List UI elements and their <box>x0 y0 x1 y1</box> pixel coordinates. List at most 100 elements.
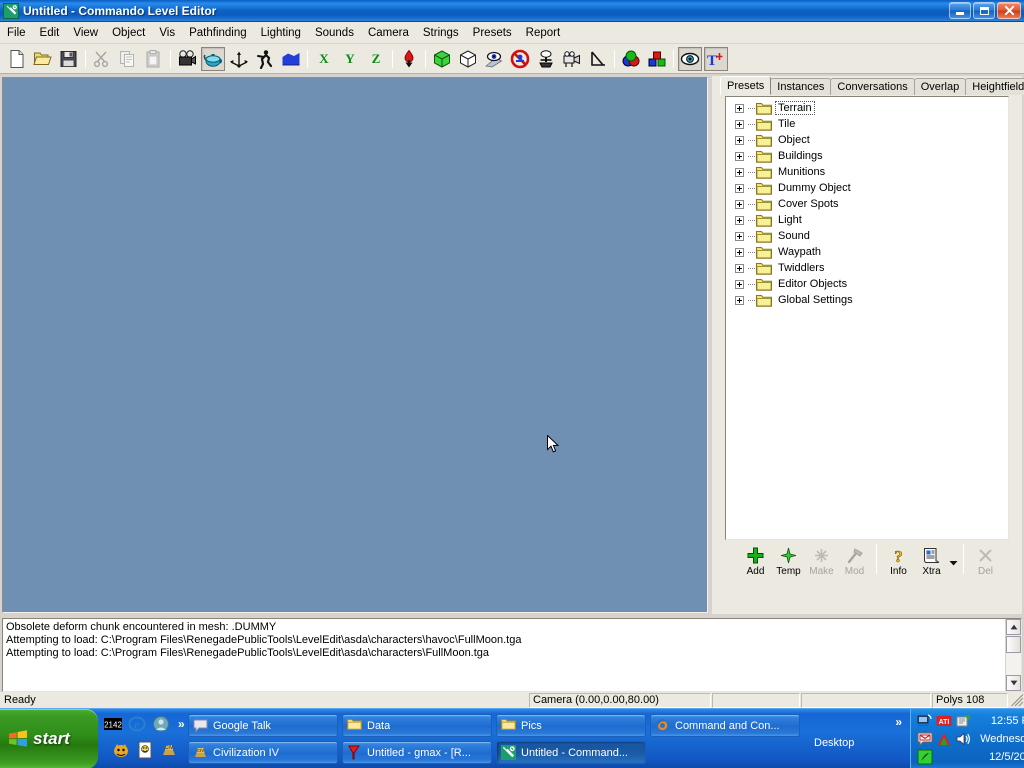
tree-item-waypath[interactable]: Waypath <box>729 244 1008 260</box>
menu-item-lighting[interactable]: Lighting <box>254 25 308 41</box>
menu-item-view[interactable]: View <box>66 25 105 41</box>
render-options-icon[interactable] <box>645 47 669 71</box>
menu-item-report[interactable]: Report <box>519 25 568 41</box>
save-file-icon[interactable] <box>57 47 81 71</box>
terrain-mode-icon[interactable] <box>279 47 303 71</box>
tree-item-tile[interactable]: Tile <box>729 116 1008 132</box>
scroll-down-button[interactable] <box>1006 675 1021 691</box>
tree-item-cover-spots[interactable]: Cover Spots <box>729 196 1008 212</box>
tab-instances[interactable]: Instances <box>770 78 831 95</box>
expand-plus-icon[interactable] <box>735 152 744 161</box>
tree-item-sound[interactable]: Sound <box>729 228 1008 244</box>
tab-presets[interactable]: Presets <box>720 76 771 95</box>
open-file-icon[interactable] <box>31 47 55 71</box>
presets-tree[interactable]: TerrainTileObjectBuildingsMunitionsDummy… <box>725 96 1009 540</box>
menu-item-vis[interactable]: Vis <box>152 25 182 41</box>
menu-item-sounds[interactable]: Sounds <box>308 25 361 41</box>
expand-plus-icon[interactable] <box>735 104 744 113</box>
camera-fly-icon[interactable] <box>560 47 584 71</box>
menu-item-pathfinding[interactable]: Pathfinding <box>182 25 254 41</box>
vertex-colors-icon[interactable] <box>619 47 643 71</box>
tab-overlap[interactable]: Overlap <box>914 78 967 95</box>
3d-viewport[interactable] <box>2 77 708 613</box>
tree-item-light[interactable]: Light <box>729 212 1008 228</box>
tree-item-buildings[interactable]: Buildings <box>729 148 1008 164</box>
volume-icon[interactable] <box>955 731 971 747</box>
tree-item-terrain[interactable]: Terrain <box>729 100 1008 116</box>
taskbar-button[interactable]: CIVCivilization IV <box>188 741 338 764</box>
scroll-up-button[interactable] <box>1006 619 1021 635</box>
tasks-overflow-icon[interactable]: » <box>895 715 902 729</box>
taskbar-button[interactable]: Google Talk <box>188 714 338 737</box>
bf2142-icon[interactable]: 2142 <box>104 715 122 733</box>
presets-info-button[interactable]: ?Info <box>882 544 915 582</box>
menu-item-strings[interactable]: Strings <box>416 25 466 41</box>
taskbar-button[interactable]: Untitled - Command... <box>496 741 646 764</box>
menu-item-camera[interactable]: Camera <box>361 25 416 41</box>
menu-item-edit[interactable]: Edit <box>33 25 67 41</box>
walk-mode-icon[interactable] <box>253 47 277 71</box>
angle-tool-icon[interactable] <box>586 47 610 71</box>
avg-icon[interactable] <box>936 731 952 747</box>
tree-item-object[interactable]: Object <box>729 132 1008 148</box>
quicklaunch-overflow-icon[interactable]: » <box>178 717 185 731</box>
expand-plus-icon[interactable] <box>735 136 744 145</box>
presets-temp-button[interactable]: Temp <box>772 544 805 582</box>
ati-icon[interactable]: ATI <box>936 713 952 729</box>
minimize-button[interactable] <box>949 2 971 19</box>
new-file-icon[interactable] <box>5 47 29 71</box>
tree-item-editor-objects[interactable]: Editor Objects <box>729 276 1008 292</box>
axis-z-button[interactable]: Z <box>364 47 388 71</box>
transform-mode-icon[interactable] <box>227 47 251 71</box>
tab-heightfield[interactable]: Heightfield <box>965 78 1024 95</box>
text-toggle-icon[interactable]: T <box>704 47 728 71</box>
green-app-icon[interactable] <box>917 749 933 765</box>
show-wireframe-icon[interactable] <box>430 47 454 71</box>
xtra-dropdown-arrow[interactable] <box>948 544 958 582</box>
presets-add-button[interactable]: Add <box>739 544 772 582</box>
scrollbar-track[interactable] <box>1006 654 1021 675</box>
tree-item-dummy-object[interactable]: Dummy Object <box>729 180 1008 196</box>
start-button[interactable]: start <box>0 709 98 768</box>
expand-plus-icon[interactable] <box>735 184 744 193</box>
tiger-app-icon[interactable] <box>112 741 130 759</box>
visibility-toggle-icon[interactable] <box>678 47 702 71</box>
tree-item-global-settings[interactable]: Global Settings <box>729 292 1008 308</box>
expand-plus-icon[interactable] <box>735 216 744 225</box>
tree-item-twiddlers[interactable]: Twiddlers <box>729 260 1008 276</box>
tree-item-munitions[interactable]: Munitions <box>729 164 1008 180</box>
civ-icon[interactable]: CIV <box>160 741 178 759</box>
object-mode-icon[interactable] <box>201 47 225 71</box>
taskbar-button[interactable]: Data <box>342 714 492 737</box>
tab-conversations[interactable]: Conversations <box>830 78 914 95</box>
taskbar-button[interactable]: Pics <box>496 714 646 737</box>
expand-plus-icon[interactable] <box>735 280 744 289</box>
internet-explorer-icon[interactable]: e <box>128 715 146 733</box>
presets-xtra-button[interactable]: Xtra <box>915 544 948 582</box>
menu-item-presets[interactable]: Presets <box>466 25 519 41</box>
lighting-icon[interactable] <box>534 47 558 71</box>
disable-icon[interactable] <box>508 47 532 71</box>
close-button[interactable] <box>997 2 1021 19</box>
update-icon[interactable] <box>955 713 971 729</box>
output-log-panel[interactable]: Obsolete deform chunk encountered in mes… <box>2 618 1022 692</box>
media-icon[interactable] <box>152 715 170 733</box>
expand-plus-icon[interactable] <box>735 168 744 177</box>
axis-y-button[interactable]: Y <box>338 47 362 71</box>
menu-item-file[interactable]: File <box>0 25 33 41</box>
gmail-notifier-icon[interactable] <box>917 731 933 747</box>
expand-plus-icon[interactable] <box>735 232 744 241</box>
vis-view-icon[interactable] <box>482 47 506 71</box>
expand-plus-icon[interactable] <box>735 200 744 209</box>
drop-to-ground-icon[interactable] <box>397 47 421 71</box>
show-solid-icon[interactable] <box>456 47 480 71</box>
expand-plus-icon[interactable] <box>735 296 744 305</box>
expand-plus-icon[interactable] <box>735 248 744 257</box>
expand-plus-icon[interactable] <box>735 264 744 273</box>
taskbar-button[interactable]: Untitled - gmax - [R... <box>342 741 492 764</box>
maximize-button[interactable] <box>973 2 995 19</box>
desktop-toolbar-label[interactable]: Desktop <box>814 737 854 749</box>
notepad-doc-icon[interactable] <box>136 741 154 759</box>
expand-plus-icon[interactable] <box>735 120 744 129</box>
scrollbar-thumb[interactable] <box>1006 636 1021 653</box>
